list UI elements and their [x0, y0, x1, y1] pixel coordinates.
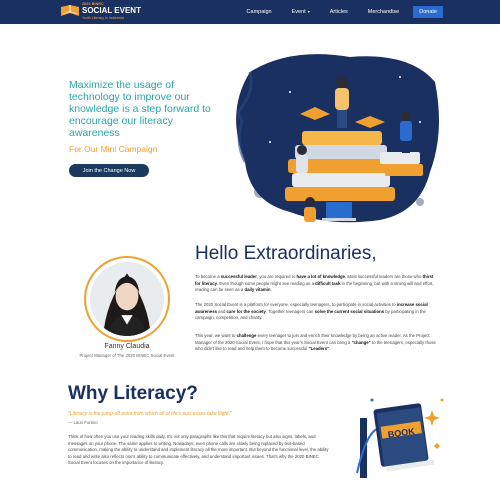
hero-title: Maximize the usage of technology to impr… — [69, 79, 211, 139]
literacy-quote: "Literacy is the jump-off point from whi… — [68, 411, 232, 417]
bold-text: daily vitamin — [244, 287, 271, 292]
intro-paragraph-1: To become a successful leader, you are r… — [195, 274, 438, 294]
text-span: To become a — [195, 274, 221, 279]
bold-text: "change" — [351, 339, 371, 345]
join-change-button[interactable]: Join the Change Now — [69, 164, 149, 177]
text-span: . Together teenagers can — [265, 308, 315, 314]
bold-text: challenge — [236, 333, 257, 338]
hero-illustration-image — [236, 54, 439, 223]
donate-button[interactable]: Donate — [413, 6, 443, 18]
text-span: This year, we want to — [195, 333, 237, 338]
bold-text: successful leader — [220, 274, 257, 279]
person-photo-icon — [90, 262, 164, 336]
top-navbar: 2020 BINEC SOCIAL EVENT Youth Literacy i… — [0, 0, 500, 24]
bold-text: care for the society — [226, 308, 266, 314]
person-role: Project Manager of The 2020 BINEC Social… — [79, 353, 175, 358]
bold-text: "Leaders" — [308, 346, 330, 351]
book-logo-icon — [61, 5, 79, 16]
logo-sub-text: Youth Literacy in Indonesia — [82, 16, 124, 20]
portrait-frame — [84, 256, 170, 342]
text-span: and — [216, 308, 227, 314]
nav-link-event[interactable]: Event ▾ — [282, 9, 320, 15]
book-illustration-icon: BOOK — [356, 398, 444, 478]
intro-paragraph-3: This year, we want to challenge every te… — [195, 333, 438, 353]
text-span: is a platform for everyone, especially t… — [238, 302, 397, 307]
person-name: Fanny Claudia — [104, 343, 150, 350]
hero-section: Maximize the usage of technology to impr… — [0, 24, 500, 223]
text-span: , you are required to — [256, 274, 297, 279]
bold-text: have a lot of knowledge — [296, 274, 345, 279]
nav-link-merchandise[interactable]: Merchandise — [358, 9, 410, 15]
why-literacy-title: Why Literacy? — [68, 383, 198, 404]
nav-link-articles[interactable]: Articles — [320, 9, 358, 15]
logo-main-text: SOCIAL EVENT — [82, 6, 141, 15]
nav-link-event-label: Event — [291, 9, 306, 15]
bold-text: solve the current social situations — [314, 308, 385, 314]
hero-subtitle: For Our Mini Campaign — [69, 144, 158, 154]
nav-links: Campaign Event ▾ Articles Merchandise Don… — [237, 5, 443, 19]
text-span: . — [329, 346, 331, 351]
text-span: The 2020 Social Event — [195, 302, 239, 307]
chevron-down-icon: ▾ — [307, 9, 310, 14]
hello-title: Hello Extraordinaries, — [195, 243, 377, 264]
intro-paragraph-2: The 2020 Social Event is a platform for … — [195, 302, 438, 322]
text-span: . Most successful leaders are those who — [345, 274, 423, 279]
why-literacy-paragraph: Think of how often you use your reading … — [68, 434, 329, 466]
quote-author: — Lauri Fortino — [68, 420, 98, 425]
bold-text: difficult task — [315, 280, 341, 286]
text-span: . — [270, 287, 272, 292]
nav-link-campaign[interactable]: Campaign — [237, 9, 282, 15]
avatar — [90, 262, 164, 336]
text-span: . Even though some people might see read… — [216, 280, 316, 286]
logo[interactable]: 2020 BINEC SOCIAL EVENT Youth Literacy i… — [60, 2, 141, 24]
